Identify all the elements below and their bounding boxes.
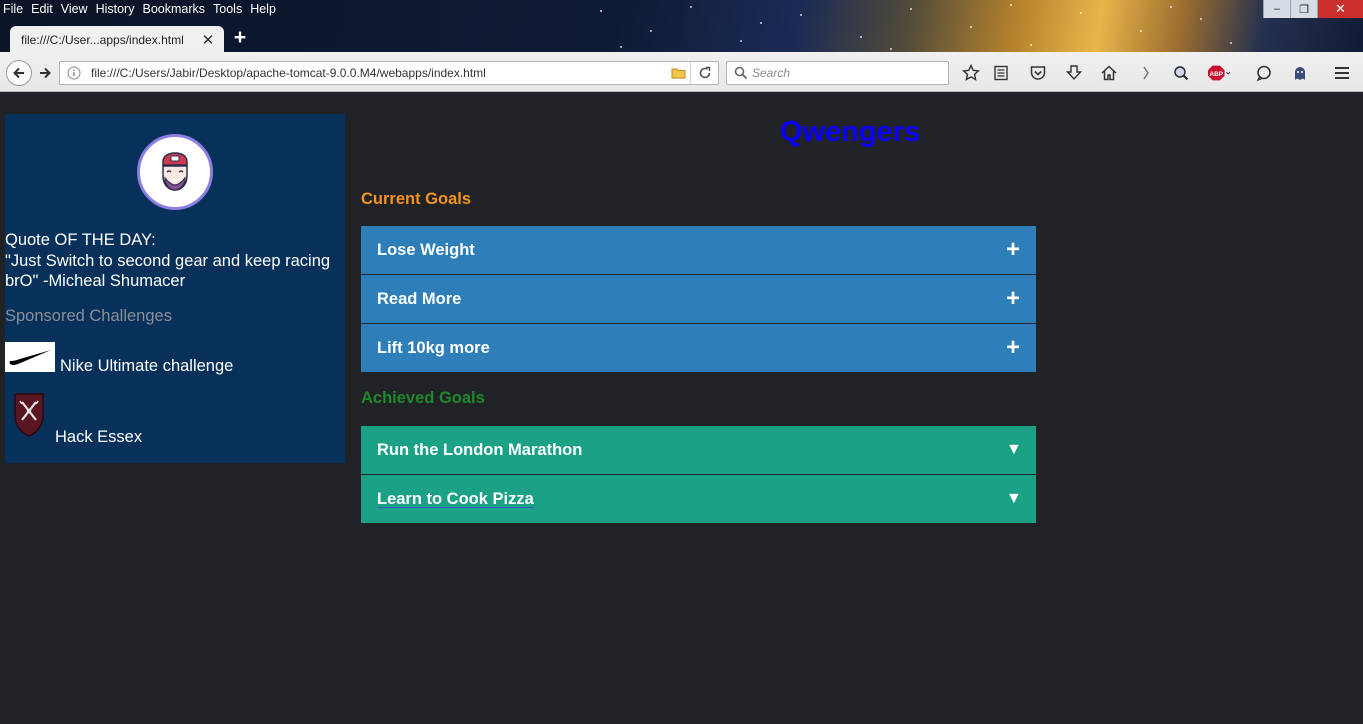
- goal-label: Run the London Marathon: [377, 440, 583, 459]
- expand-plus-icon[interactable]: +: [1006, 236, 1020, 264]
- menu-edit[interactable]: Edit: [27, 0, 57, 18]
- goal-item-read-more[interactable]: Read More +: [361, 275, 1036, 324]
- challenge-hack-essex-label[interactable]: Hack Essex: [55, 428, 142, 447]
- ghost-icon[interactable]: [1289, 62, 1311, 84]
- goal-item-lose-weight[interactable]: Lose Weight +: [361, 226, 1036, 275]
- star-decoration: [1170, 6, 1172, 8]
- sidebar: Quote OF THE DAY: "Just Switch to second…: [5, 114, 345, 463]
- challenge-nike-label[interactable]: Nike Ultimate challenge: [60, 357, 233, 376]
- svg-text:ABP: ABP: [1209, 71, 1223, 78]
- forward-arrow-icon[interactable]: [34, 63, 56, 83]
- nike-logo[interactable]: [5, 342, 55, 372]
- navigation-toolbar: file:///C:/Users/Jabir/Desktop/apache-to…: [0, 52, 1363, 92]
- reading-list-icon[interactable]: [990, 62, 1012, 84]
- url-bar[interactable]: file:///C:/Users/Jabir/Desktop/apache-to…: [59, 61, 719, 85]
- menu-icon[interactable]: [1331, 62, 1353, 84]
- star-decoration: [600, 10, 602, 12]
- magnifier-icon[interactable]: [1170, 62, 1192, 84]
- star-decoration: [1080, 12, 1082, 14]
- menu-help[interactable]: Help: [246, 0, 280, 18]
- new-tab-icon[interactable]: +: [230, 27, 250, 49]
- menu-bar: File Edit View History Bookmarks Tools H…: [0, 0, 280, 18]
- avatar: [137, 134, 213, 210]
- star-icon[interactable]: [960, 62, 982, 84]
- goal-label: Lift 10kg more: [377, 338, 490, 357]
- pocket-icon[interactable]: [1027, 62, 1049, 84]
- star-decoration: [1200, 18, 1202, 20]
- search-bar[interactable]: [726, 61, 949, 85]
- tab-title: file:///C:/User...apps/index.html: [21, 32, 184, 47]
- reload-icon[interactable]: [690, 62, 718, 84]
- star-decoration: [1010, 4, 1012, 6]
- goal-label: Read More: [377, 289, 462, 308]
- tab-close-icon[interactable]: ✕: [198, 31, 218, 49]
- search-icon: [730, 66, 752, 80]
- window-controls: – ❐ ✕: [1263, 0, 1363, 18]
- menu-bookmarks[interactable]: Bookmarks: [138, 0, 209, 18]
- menu-tools[interactable]: Tools: [209, 0, 246, 18]
- goal-item-cook-pizza[interactable]: Learn to Cook Pizza ▼: [361, 475, 1036, 523]
- back-arrow-icon[interactable]: [6, 60, 32, 86]
- minimize-icon[interactable]: –: [1263, 0, 1290, 18]
- current-goals-heading: Current Goals: [361, 190, 472, 208]
- tab-strip: file:///C:/User...apps/index.html ✕ +: [0, 24, 1363, 53]
- adblock-icon[interactable]: ABP: [1208, 62, 1230, 84]
- page-title: Qwengers: [779, 116, 921, 148]
- expand-plus-icon[interactable]: +: [1006, 334, 1020, 362]
- goal-label: Lose Weight: [377, 240, 475, 259]
- sponsored-heading: Sponsored Challenges: [5, 307, 172, 325]
- star-decoration: [910, 8, 912, 10]
- folder-icon[interactable]: [666, 67, 690, 79]
- hack-essex-logo[interactable]: [12, 392, 46, 438]
- menu-history[interactable]: History: [92, 0, 139, 18]
- star-decoration: [690, 6, 692, 8]
- quote-text: "Just Switch to second gear and keep rac…: [5, 252, 331, 290]
- expand-plus-icon[interactable]: +: [1006, 285, 1020, 313]
- extension-icon[interactable]: [1135, 62, 1157, 84]
- info-icon[interactable]: [65, 64, 83, 82]
- maximize-icon[interactable]: ❐: [1290, 0, 1317, 18]
- url-text[interactable]: file:///C:/Users/Jabir/Desktop/apache-to…: [91, 66, 666, 80]
- achieved-goals-list: Run the London Marathon ▼ Learn to Cook …: [361, 426, 1036, 523]
- current-goals-list: Lose Weight + Read More + Lift 10kg more…: [361, 226, 1036, 372]
- download-icon[interactable]: [1063, 62, 1085, 84]
- chevron-down-icon[interactable]: ▼: [1006, 490, 1022, 508]
- goal-item-london-marathon[interactable]: Run the London Marathon ▼: [361, 426, 1036, 475]
- quote-heading: Quote OF THE DAY:: [5, 231, 156, 249]
- home-icon[interactable]: [1098, 62, 1120, 84]
- goal-label[interactable]: Learn to Cook Pizza: [377, 490, 1006, 509]
- goal-item-lift-more[interactable]: Lift 10kg more +: [361, 324, 1036, 372]
- menu-view[interactable]: View: [57, 0, 92, 18]
- chat-icon[interactable]: [1253, 62, 1275, 84]
- tab-active[interactable]: file:///C:/User...apps/index.html ✕: [10, 26, 224, 53]
- browser-chrome: File Edit View History Bookmarks Tools H…: [0, 0, 1363, 92]
- close-icon[interactable]: ✕: [1317, 0, 1363, 18]
- mascot-face-icon: [162, 152, 188, 191]
- star-decoration: [800, 14, 802, 16]
- menu-file[interactable]: File: [0, 0, 27, 18]
- achieved-goals-heading: Achieved Goals: [361, 389, 485, 407]
- chevron-down-icon[interactable]: ▼: [1006, 441, 1022, 459]
- search-input[interactable]: [752, 66, 932, 80]
